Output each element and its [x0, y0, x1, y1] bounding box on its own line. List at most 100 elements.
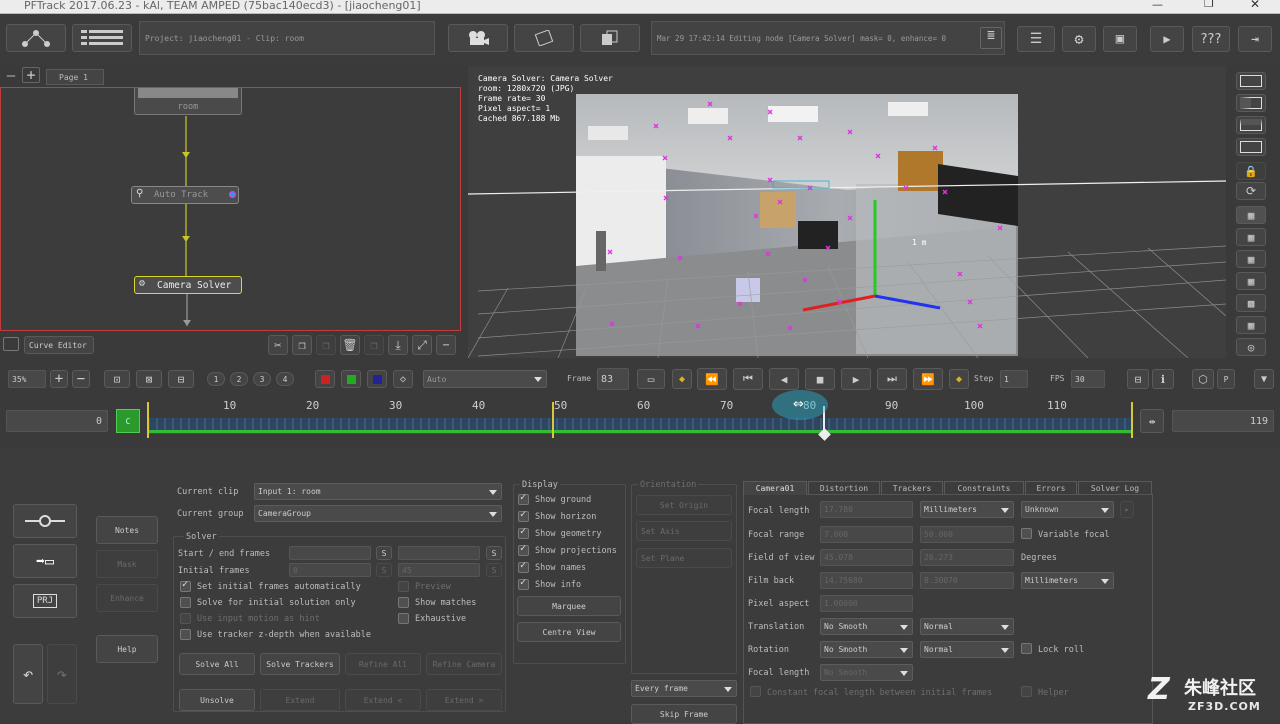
display-mode-select[interactable]: Auto	[423, 370, 547, 388]
film-back-a[interactable]: 14.75680	[820, 572, 913, 589]
copy-icon[interactable]: ❐	[292, 335, 312, 355]
film-back-units-select[interactable]: Millimeters	[1021, 572, 1114, 589]
set-axis-button[interactable]: Set Axis	[636, 521, 732, 541]
start-frame-field[interactable]: 0	[6, 410, 108, 432]
initial-a-s-button[interactable]: S	[376, 563, 392, 577]
tab-errors[interactable]: Errors	[1025, 481, 1077, 494]
split-horizontal-icon[interactable]	[1236, 116, 1266, 134]
gear-icon[interactable]: ⚙	[1062, 26, 1096, 52]
preset-2[interactable]: 2	[230, 372, 248, 386]
quad-view-icon[interactable]	[1236, 138, 1266, 156]
current-group-select[interactable]: CameraGroup	[254, 505, 502, 522]
extend-left-button[interactable]: Extend <	[345, 689, 421, 711]
initial-b-input[interactable]: 45	[398, 563, 480, 577]
input-motion-checkbox[interactable]	[180, 613, 191, 624]
marquee-button[interactable]: Marquee	[517, 596, 621, 616]
grid-2-icon[interactable]: ▦	[1236, 228, 1266, 246]
p-button[interactable]: P	[1217, 369, 1235, 389]
play-back-icon[interactable]: ◀	[769, 368, 799, 390]
fit-frame-icon[interactable]: ⊡	[104, 370, 130, 388]
tab-solver-log[interactable]: Solver Log	[1078, 481, 1152, 494]
zoom-out-button[interactable]: −	[72, 370, 90, 388]
show-horizon-checkbox[interactable]	[518, 509, 529, 522]
extend-button[interactable]: Extend	[260, 689, 340, 711]
redo-icon[interactable]: ↷	[47, 644, 77, 704]
list-view-button[interactable]	[72, 24, 132, 52]
show-matches-checkbox[interactable]	[398, 597, 409, 608]
set-plane-button[interactable]: Set Plane	[636, 548, 732, 568]
zoom-out-icon[interactable]: —	[2, 68, 20, 84]
tracker-depth-checkbox[interactable]	[180, 629, 191, 640]
keyframe-next-icon[interactable]: ◆	[949, 369, 969, 389]
focal-smooth-select[interactable]: No Smooth	[820, 664, 913, 681]
solve-trackers-button[interactable]: Solve Trackers	[260, 653, 340, 675]
constant-focal-checkbox[interactable]	[750, 686, 761, 697]
preset-1[interactable]: 1	[207, 372, 225, 386]
solve-all-button[interactable]: Solve All	[179, 653, 255, 675]
lock-icon[interactable]: 🔒	[1236, 162, 1266, 180]
cache-icon[interactable]: ⊟	[1127, 369, 1149, 389]
tab-trackers[interactable]: Trackers	[881, 481, 943, 494]
focal-unknown-select[interactable]: Unknown	[1021, 501, 1114, 518]
duplicate-icon[interactable]: ❐	[364, 335, 384, 355]
status-menu-icon[interactable]: ≣	[980, 27, 1002, 49]
target-icon[interactable]: ◎	[1236, 338, 1266, 356]
grid-1-icon[interactable]: ▦	[1236, 206, 1266, 224]
focal-extra-button[interactable]: ▸	[1120, 501, 1134, 518]
page-tab[interactable]: Page 1	[46, 69, 104, 85]
step-field[interactable]: 1	[1000, 370, 1028, 388]
node-auto-track[interactable]: ⚲ Auto Track	[131, 186, 239, 204]
every-frame-select[interactable]: Every frame	[631, 680, 737, 697]
mask-button[interactable]: Mask	[96, 550, 158, 578]
info-icon[interactable]: ℹ	[1152, 369, 1174, 389]
camera-view-button[interactable]	[448, 24, 508, 52]
frame-field[interactable]: 83	[597, 368, 629, 390]
set-initial-checkbox[interactable]	[180, 579, 191, 592]
enhance-button[interactable]: Enhance	[96, 584, 158, 612]
single-view-icon[interactable]	[1236, 72, 1266, 90]
tree-options-icon[interactable]: ⋯	[436, 335, 456, 355]
alpha-channel-button[interactable]: ◇	[393, 370, 413, 388]
focal-units-select[interactable]: Millimeters	[920, 501, 1014, 518]
help-button[interactable]: ???	[1192, 26, 1230, 52]
play-icon[interactable]: ▶	[841, 368, 871, 390]
fast-forward-icon[interactable]: ⏩	[913, 368, 943, 390]
step-back-icon[interactable]: ⏮	[733, 368, 763, 390]
prj-button[interactable]: PRJ	[13, 584, 77, 618]
variable-focal-checkbox[interactable]	[1021, 528, 1032, 539]
preview-checkbox[interactable]	[398, 581, 409, 592]
film-back-b[interactable]: 8.30070	[920, 572, 1014, 589]
refine-camera-button[interactable]: Refine Camera	[426, 653, 502, 675]
initial-a-input[interactable]: 0	[289, 563, 371, 577]
tab-constraints[interactable]: Constraints	[944, 481, 1024, 494]
helper-checkbox[interactable]	[1021, 686, 1032, 697]
current-marker-button[interactable]: C	[116, 409, 140, 433]
fit-timeline-icon[interactable]: ⇹	[1140, 409, 1164, 433]
grid-4-icon[interactable]: ▦	[1236, 272, 1266, 290]
preset-4[interactable]: 4	[276, 372, 294, 386]
translation-mode-select[interactable]: Normal	[920, 618, 1014, 635]
fov-a-field[interactable]: 45.078	[820, 549, 913, 566]
in-marker[interactable]	[147, 402, 149, 438]
skip-frame-button[interactable]: Skip Frame	[631, 704, 737, 724]
show-ground-checkbox[interactable]	[518, 492, 529, 505]
split-vertical-icon[interactable]	[1236, 94, 1266, 112]
notes-button[interactable]: Notes	[96, 516, 158, 544]
close-icon[interactable]: ✕	[1250, 0, 1260, 11]
tab-camera01[interactable]: Camera01	[743, 481, 807, 495]
preset-3[interactable]: 3	[253, 372, 271, 386]
red-channel-button[interactable]	[315, 370, 335, 388]
node-tree-button[interactable]	[6, 24, 66, 52]
export-node-button[interactable]: ➡▭	[13, 544, 77, 578]
grid-6-icon[interactable]: ▦	[1236, 316, 1266, 334]
show-info-checkbox[interactable]	[518, 577, 529, 590]
viewer[interactable]: Camera Solver: Camera Solver room: 1280x…	[468, 66, 1226, 358]
rewind-icon[interactable]: ⏪	[697, 368, 727, 390]
node-camera-solver[interactable]: ⚙ Camera Solver	[134, 276, 242, 294]
focal-range-max[interactable]: 50.000	[920, 526, 1014, 543]
cut-icon[interactable]: ✂	[268, 335, 288, 355]
show-geometry-checkbox[interactable]	[518, 526, 529, 539]
play-movie-icon[interactable]: ▶	[1150, 26, 1184, 52]
zoom-field[interactable]: 35%	[8, 370, 46, 388]
cube-icon[interactable]: ⬡	[1192, 369, 1214, 389]
